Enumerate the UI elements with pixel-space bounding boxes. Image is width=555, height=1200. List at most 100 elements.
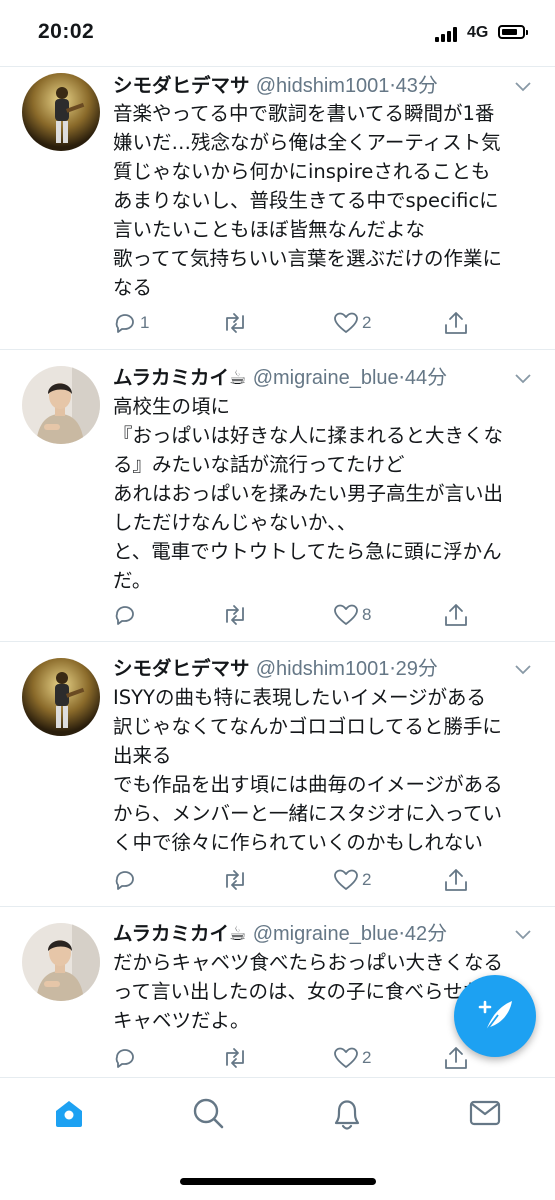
tab-home[interactable] <box>52 1096 92 1136</box>
retweet-button[interactable] <box>221 602 249 628</box>
tweet-text-line: あれはおっぱいを揉みたい男子高生が言い出 <box>113 482 504 505</box>
tweet-time[interactable]: 43分 <box>396 75 438 97</box>
chevron-down-icon[interactable] <box>515 930 531 940</box>
tweet-time[interactable]: 42分 <box>405 923 447 945</box>
retweet-icon <box>226 313 244 333</box>
tweet-actions: 8 <box>113 602 473 628</box>
tab-messages[interactable] <box>468 1096 508 1136</box>
tweet-text-line: 『おっぱいは好きな人に揉まれると大きくな <box>113 424 504 447</box>
tweet-actions: 2 <box>113 1045 473 1071</box>
chevron-down-icon[interactable] <box>515 82 531 92</box>
retweet-button[interactable] <box>221 1045 249 1071</box>
heart-icon <box>334 869 358 890</box>
tweet-text-line: る』みたいな話が流行ってたけど <box>113 453 405 476</box>
reply-button[interactable] <box>113 867 140 893</box>
avatar[interactable] <box>22 923 100 1001</box>
retweet-icon <box>226 1048 244 1068</box>
share-icon <box>445 1047 467 1069</box>
tweet[interactable]: シモダヒデマサ @hidshim1001·43分 音楽やってる中で歌詞を書いてる… <box>0 67 555 349</box>
tweet-time[interactable]: 29分 <box>396 658 438 680</box>
like-count: 8 <box>362 605 372 624</box>
tweet-text-line: 音楽やってる中で歌詞を書いてる瞬間が1番 <box>113 102 495 125</box>
twitter-timeline-screen: 20:02 4G シモダヒデマサ @hidshim1001·43分 音楽やってる… <box>0 0 555 1200</box>
tweet-header: ムラカミカイ☕ @migraine_blue·44分 <box>113 366 447 390</box>
like-button[interactable]: 2 <box>333 310 371 336</box>
bell-icon <box>334 1100 360 1130</box>
display-name[interactable]: シモダヒデマサ <box>113 657 250 680</box>
tweet[interactable]: シモダヒデマサ @hidshim1001·29分 ISYYの曲も特に表現したいイ… <box>0 642 555 906</box>
tweet-text-line: 嫌いだ…残念ながら俺は全くアーティスト気 <box>113 131 501 154</box>
reply-button[interactable] <box>113 602 140 628</box>
user-handle[interactable]: @migraine_blue <box>253 367 399 389</box>
avatar[interactable] <box>22 366 100 444</box>
share-icon <box>445 869 467 891</box>
tweet-text-line: なる <box>113 276 153 299</box>
heart-icon <box>334 604 358 625</box>
like-button[interactable]: 2 <box>333 867 371 893</box>
tweet-text-line: 出来る <box>113 744 172 767</box>
tweet-text-line: 質じゃないから何かにinspireされることも <box>113 160 491 183</box>
tweet-text-line: 言いたいこともほぼ皆無なんだよな <box>113 218 426 241</box>
name-emoji: ☕ <box>229 922 247 945</box>
reply-icon <box>115 1049 134 1068</box>
reply-icon <box>115 871 134 890</box>
reply-icon <box>115 314 134 333</box>
network-type: 4G <box>467 24 489 41</box>
battery-icon <box>498 25 528 39</box>
home-icon <box>56 1101 82 1127</box>
tweet-text: 高校生の頃に 『おっぱいは好きな人に揉まれると大きくな る』みたいな話が流行って… <box>113 392 533 595</box>
share-button[interactable] <box>443 867 469 893</box>
user-handle[interactable]: @migraine_blue <box>253 923 399 945</box>
tweet-actions: 2 <box>113 867 473 893</box>
display-name[interactable]: シモダヒデマサ <box>113 74 250 97</box>
tweet-text-line: あまりないし、普段生きてる中でspecificに <box>113 189 499 212</box>
tab-search[interactable] <box>191 1096 231 1136</box>
heart-icon <box>334 312 358 333</box>
retweet-button[interactable] <box>221 867 249 893</box>
tweet-text: ISYYの曲も特に表現したいイメージがある 訳じゃなくてなんかゴロゴロしてると勝… <box>113 683 533 857</box>
home-indicator <box>180 1178 376 1185</box>
reply-button[interactable] <box>113 1045 140 1071</box>
share-button[interactable] <box>443 602 469 628</box>
share-button[interactable] <box>443 1045 469 1071</box>
tweet-text-line: だからキャベツ食べたらおっぱい大きくなる <box>113 951 504 974</box>
chevron-down-icon[interactable] <box>515 374 531 384</box>
tweet-text-line: 歌ってて気持ちいい言葉を選ぶだけの作業に <box>113 247 503 270</box>
tweet-text-line: く中で徐々に作られていくのかもしれない <box>113 831 483 854</box>
like-count: 2 <box>362 313 372 332</box>
avatar[interactable] <box>22 658 100 736</box>
display-name[interactable]: ムラカミカイ <box>113 922 229 945</box>
tweet-header: ムラカミカイ☕ @migraine_blue·42分 <box>113 922 447 946</box>
like-button[interactable]: 8 <box>333 602 371 628</box>
heart-icon <box>334 1047 358 1068</box>
reply-icon <box>115 606 134 625</box>
tweet-header: シモダヒデマサ @hidshim1001·43分 <box>113 74 438 98</box>
compose-tweet-button[interactable] <box>454 975 536 1057</box>
display-name[interactable]: ムラカミカイ <box>113 366 229 389</box>
share-button[interactable] <box>443 310 469 336</box>
name-emoji: ☕ <box>229 366 247 389</box>
retweet-icon <box>226 605 244 625</box>
tab-notifications[interactable] <box>330 1096 370 1136</box>
cellular-signal-icon <box>435 26 461 42</box>
like-count: 2 <box>362 870 372 889</box>
avatar[interactable] <box>22 73 100 151</box>
like-count: 2 <box>362 1048 372 1067</box>
tweet-text-line: しただけなんじゃないか、、 <box>113 511 357 534</box>
search-icon <box>193 1098 224 1129</box>
user-handle[interactable]: @hidshim1001 <box>256 658 390 680</box>
user-handle[interactable]: @hidshim1001 <box>256 75 390 97</box>
tweet-time[interactable]: 44分 <box>405 367 447 389</box>
tweet-header: シモダヒデマサ @hidshim1001·29分 <box>113 657 438 681</box>
tweet[interactable]: ムラカミカイ☕ @migraine_blue·44分 高校生の頃に 『おっぱいは… <box>0 350 555 641</box>
status-bar: 20:02 4G <box>0 0 555 66</box>
reply-button[interactable]: 1 <box>113 310 149 336</box>
chevron-down-icon[interactable] <box>515 665 531 675</box>
tweet-text-line: 高校生の頃に <box>113 395 231 418</box>
share-icon <box>445 604 467 626</box>
tweet-text-line: と、電車でウトウトしてたら急に頭に浮かん <box>113 540 502 563</box>
retweet-button[interactable] <box>221 310 249 336</box>
tweet-actions: 1 2 <box>113 310 473 336</box>
tweet-text: 音楽やってる中で歌詞を書いてる瞬間が1番 嫌いだ…残念ながら俺は全くアーティスト… <box>113 99 533 302</box>
like-button[interactable]: 2 <box>333 1045 371 1071</box>
